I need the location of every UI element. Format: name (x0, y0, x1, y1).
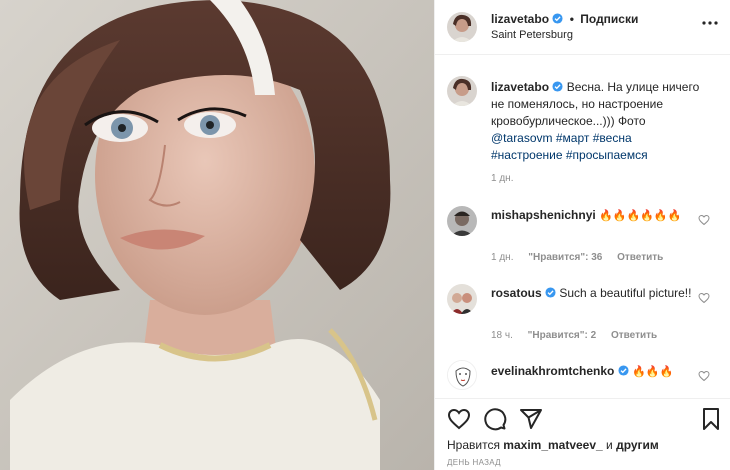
hashtag-link[interactable]: #март (556, 131, 590, 145)
comment-likes[interactable]: "Нравится": 36 (528, 252, 602, 263)
header-separator: • (569, 12, 574, 26)
hashtag-link[interactable]: #весна (593, 131, 632, 145)
post-side-panel: lizavetabo • Подписки Saint Petersburg l… (434, 0, 730, 470)
caption-mention[interactable]: @tarasovm (491, 131, 553, 145)
comment-text-block: mishapshenichnyi 🔥🔥🔥🔥🔥🔥 (491, 207, 701, 225)
liker-username[interactable]: maxim_matveev_ (503, 438, 602, 452)
verified-badge-icon (545, 287, 556, 298)
likes-prefix: Нравится (447, 438, 500, 452)
reply-button[interactable]: Ответить (617, 252, 663, 263)
commenter-username[interactable]: evelinakhromtchenko (491, 364, 614, 378)
caption-meta: 1 дн. (491, 173, 525, 184)
caption-time[interactable]: 1 дн. (491, 173, 513, 184)
portrait-image (0, 0, 434, 470)
reply-button[interactable]: Ответить (611, 330, 657, 341)
post-actions: Нравится maxim_matveev_ и другим ДЕНЬ НА… (435, 398, 730, 470)
hashtag-link[interactable]: #просыпаемся (566, 148, 648, 162)
post-date[interactable]: ДЕНЬ НАЗАД (447, 458, 501, 467)
verified-badge-icon (552, 81, 563, 92)
comment-text-block: evelinakhromtchenko 🔥🔥🔥 (491, 363, 701, 381)
commenter-avatar[interactable] (447, 360, 477, 390)
following-button[interactable]: Подписки (580, 12, 638, 26)
likes-others-link[interactable]: другим (616, 438, 659, 452)
comment-time[interactable]: 18 ч. (491, 330, 513, 341)
comment-text-block: rosatous Such a beautiful picture!! (491, 285, 701, 302)
share-icon[interactable] (519, 407, 543, 431)
hashtag-link[interactable]: #настроение (491, 148, 563, 162)
comment-meta: 18 ч. "Нравится": 2 Ответить (491, 330, 669, 341)
caption-username[interactable]: lizavetabo (491, 80, 549, 94)
post-header: lizavetabo • Подписки Saint Petersburg (435, 0, 730, 55)
commenter-username[interactable]: mishapshenichnyi (491, 208, 596, 222)
commenter-username[interactable]: rosatous (491, 286, 542, 300)
commenter-avatar[interactable] (447, 206, 477, 236)
author-avatar[interactable] (447, 12, 477, 42)
bookmark-icon[interactable] (699, 407, 723, 431)
caption-avatar[interactable] (447, 76, 477, 106)
comments-list[interactable]: lizavetabo Весна. На улице ничего не пом… (435, 56, 730, 396)
comment-likes[interactable]: "Нравится": 2 (528, 330, 597, 341)
comment-icon[interactable] (483, 407, 507, 431)
verified-badge-icon (552, 13, 563, 24)
likes-middle: и (606, 438, 613, 452)
comment-text: 🔥🔥🔥🔥🔥🔥 (599, 210, 682, 222)
post-location[interactable]: Saint Petersburg (491, 29, 573, 41)
like-comment-heart-icon[interactable] (698, 292, 710, 304)
verified-badge-icon (618, 365, 629, 376)
header-line: lizavetabo • Подписки (491, 12, 638, 26)
caption-text-block: lizavetabo Весна. На улице ничего не пом… (491, 79, 701, 164)
comment-text: 🔥🔥🔥 (632, 366, 674, 378)
commenter-avatar[interactable] (447, 284, 477, 314)
more-options-icon[interactable] (701, 14, 719, 32)
like-comment-heart-icon[interactable] (698, 214, 710, 226)
comment-time[interactable]: 1 дн. (491, 252, 513, 263)
author-username[interactable]: lizavetabo (491, 12, 549, 26)
comment-text: Such a beautiful picture!! (559, 286, 692, 300)
likes-summary: Нравится maxim_matveev_ и другим (447, 438, 659, 452)
heart-icon[interactable] (447, 407, 471, 431)
like-comment-heart-icon[interactable] (698, 370, 710, 382)
post-photo[interactable] (0, 0, 434, 470)
comment-meta: 1 дн. "Нравится": 36 Ответить (491, 252, 675, 263)
